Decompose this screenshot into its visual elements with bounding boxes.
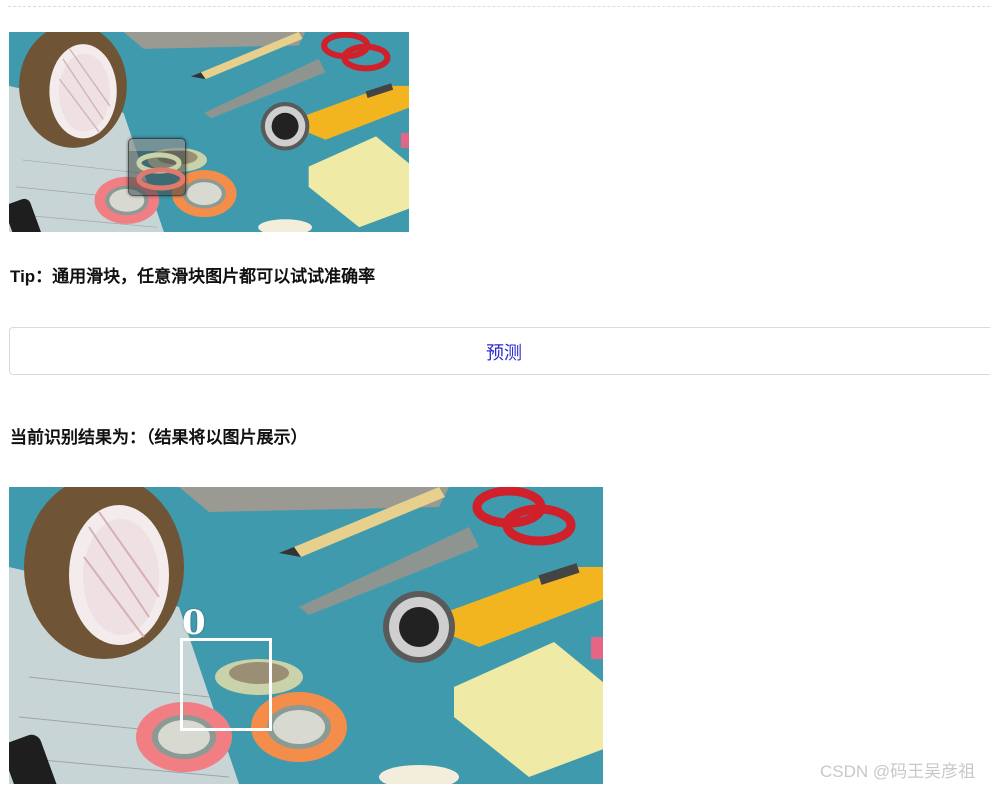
top-divider xyxy=(8,6,990,7)
watermark: CSDN @码王吴彦祖 xyxy=(820,762,976,781)
predict-button[interactable]: 预测 xyxy=(9,327,990,375)
detection-label: 0 xyxy=(182,603,206,643)
captcha-image xyxy=(9,32,409,232)
detection-bounding-box xyxy=(180,638,272,731)
result-image xyxy=(9,487,603,784)
result-heading: 当前识别结果为：（结果将以图片展示） xyxy=(10,428,308,447)
slider-puzzle-piece[interactable] xyxy=(128,138,186,196)
tip-text: Tip：通用滑块，任意滑块图片都可以试试准确率 xyxy=(10,267,376,286)
